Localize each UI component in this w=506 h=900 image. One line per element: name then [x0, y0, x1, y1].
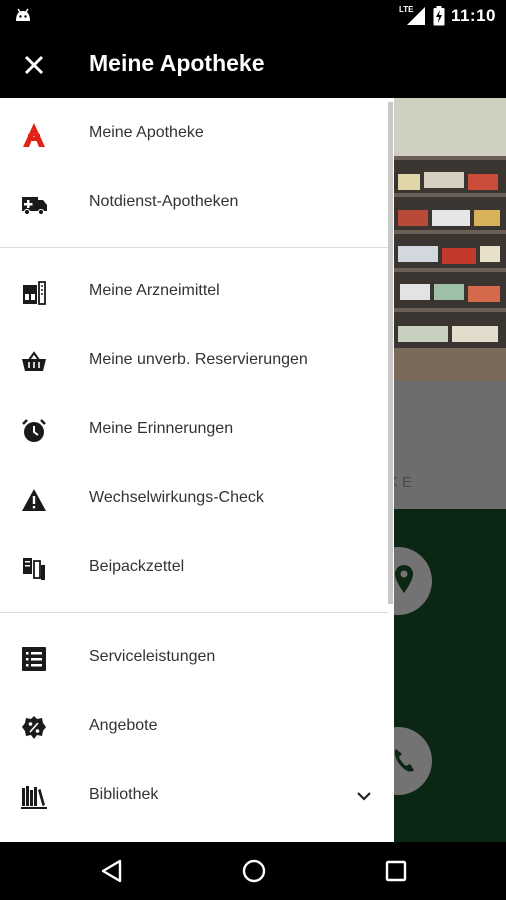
- page-title: Meine Apotheke: [89, 50, 265, 76]
- chevron-down-icon[interactable]: [354, 786, 374, 806]
- drawer-item-label: Beipackzettel: [89, 558, 185, 575]
- info-banner: KE: [388, 381, 506, 509]
- warning-icon: [22, 489, 46, 511]
- phone-icon: [394, 749, 414, 772]
- alarm-clock-icon: [22, 419, 46, 442]
- close-icon[interactable]: [20, 51, 48, 79]
- navigation-drawer: Meine Apotheke Notdienst-Apotheken Meine…: [0, 98, 394, 842]
- drawer-item-label: Serviceleistungen: [89, 648, 216, 665]
- drawer-item-label: Meine unverb. Reservierungen: [89, 351, 308, 368]
- drawer-item-bibliothek[interactable]: Bibliothek: [0, 766, 388, 826]
- status-time: 11:10: [450, 6, 496, 25]
- drawer-item-label: Notdienst-Apotheken: [89, 193, 239, 210]
- app-bar: Meine Apotheke: [0, 32, 506, 98]
- drawer-item-wechselwirkung[interactable]: Wechselwirkungs-Check: [0, 469, 388, 529]
- pharmacy-photo: [394, 98, 506, 381]
- drawer-item-arzneimittel[interactable]: Meine Arzneimittel: [0, 262, 388, 322]
- drawer-item-label: Angebote: [89, 717, 158, 734]
- drawer-divider: [0, 247, 388, 248]
- android-icon: [16, 8, 30, 21]
- drawer-item-label: Meine Arzneimittel: [89, 282, 220, 299]
- drawer-item-label: Wechselwirkungs-Check: [89, 489, 264, 506]
- home-icon[interactable]: [240, 857, 268, 885]
- drawer-item-meine-apotheke[interactable]: Meine Apotheke: [0, 104, 388, 164]
- drawer-item-serviceleistungen[interactable]: Serviceleistungen: [0, 628, 388, 688]
- action-panel: [364, 509, 506, 842]
- drawer-item-notdienst[interactable]: Notdienst-Apotheken: [0, 173, 388, 233]
- system-nav-bar: [0, 842, 506, 900]
- service-list-icon: [22, 647, 46, 671]
- recents-icon[interactable]: [382, 857, 410, 885]
- drawer-item-reservierungen[interactable]: Meine unverb. Reservierungen: [0, 331, 388, 391]
- drawer-item-erinnerungen[interactable]: Meine Erinnerungen: [0, 400, 388, 460]
- percent-badge-icon: [22, 716, 46, 739]
- background-content: KE: [364, 98, 506, 842]
- emergency-vehicle-icon: [22, 197, 47, 216]
- drawer-item-angebote[interactable]: Angebote: [0, 697, 388, 757]
- apotheke-a-icon: [23, 123, 45, 147]
- leaflet-icon: [23, 558, 45, 580]
- back-icon[interactable]: [98, 857, 126, 885]
- lte-signal-icon: LTE: [399, 5, 427, 27]
- status-bar: LTE 11:10: [0, 0, 506, 32]
- library-icon: [21, 786, 47, 809]
- drawer-divider: [0, 612, 388, 613]
- drawer-scrollbar[interactable]: [388, 102, 393, 604]
- drawer-item-label: Meine Erinnerungen: [89, 420, 234, 437]
- medicine-pack-icon: [23, 281, 46, 305]
- battery-charging-icon: [433, 6, 445, 26]
- drawer-item-beipackzettel[interactable]: Beipackzettel: [0, 538, 388, 598]
- basket-icon: [22, 351, 46, 371]
- drawer-item-label: Meine Apotheke: [89, 124, 204, 141]
- drawer-item-label: Bibliothek: [89, 786, 159, 803]
- location-pin-icon: [395, 565, 413, 593]
